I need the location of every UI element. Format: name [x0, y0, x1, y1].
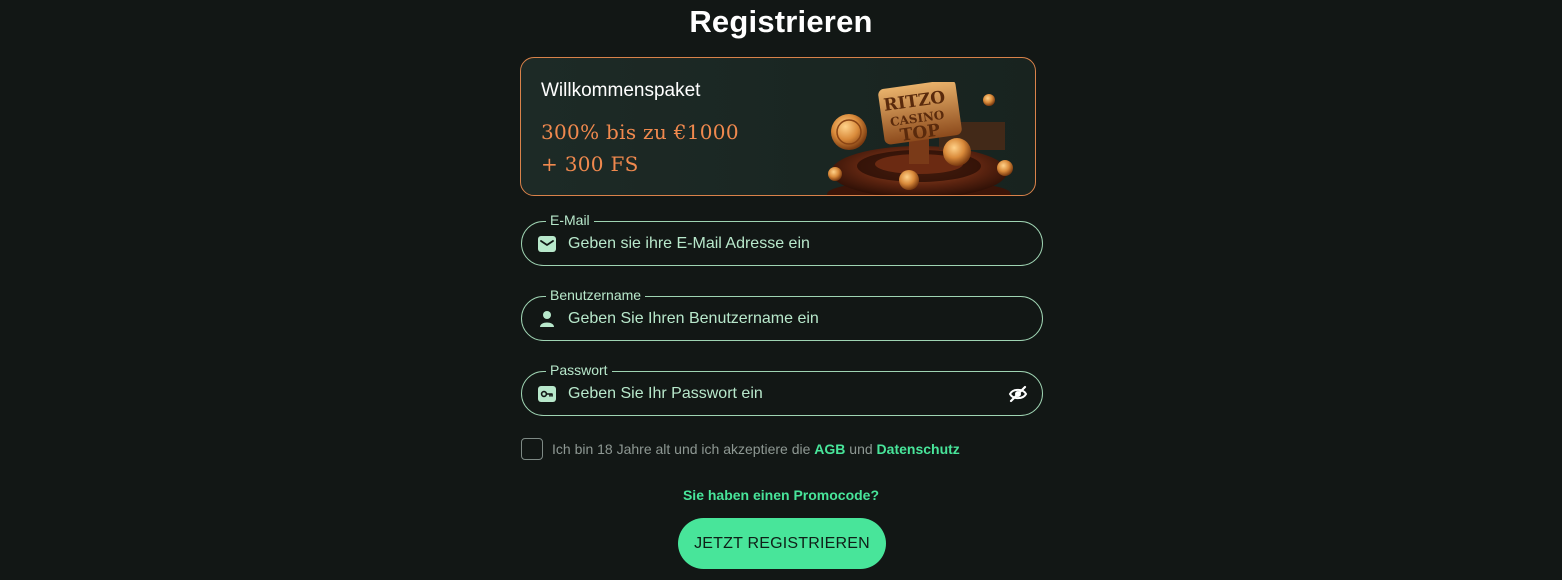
- user-icon: [540, 311, 554, 327]
- email-input[interactable]: [568, 222, 988, 265]
- page-title: Registrieren: [689, 4, 873, 39]
- password-input[interactable]: [568, 372, 988, 415]
- bonus-offer-line-2: + 300 FS: [541, 152, 639, 176]
- age-terms-checkbox[interactable]: [521, 438, 543, 460]
- key-icon: [538, 386, 556, 402]
- terms-text-before: Ich bin 18 Jahre alt und ich akzeptiere …: [552, 441, 815, 457]
- username-input[interactable]: [568, 297, 988, 340]
- agb-link[interactable]: AGB: [814, 441, 845, 457]
- username-field[interactable]: Benutzername: [521, 286, 1043, 341]
- registration-page: Registrieren Willkommenspaket 300% bis z…: [0, 0, 1562, 580]
- privacy-link[interactable]: Datenschutz: [877, 441, 960, 457]
- casino-logo-illustration: RITZO CASINO TOP: [827, 82, 1013, 195]
- welcome-bonus-card: Willkommenspaket 300% bis zu €1000 + 300…: [520, 57, 1036, 196]
- promo-code-link[interactable]: Sie haben einen Promocode?: [0, 487, 1562, 503]
- terms-row: Ich bin 18 Jahre alt und ich akzeptiere …: [521, 437, 960, 461]
- password-field[interactable]: Passwort: [521, 361, 1043, 416]
- envelope-icon: [538, 236, 556, 252]
- bonus-offer-line-1: 300% bis zu €1000: [541, 120, 739, 144]
- terms-text-middle: und: [845, 441, 877, 457]
- eye-slash-icon[interactable]: [1008, 384, 1028, 404]
- register-button[interactable]: JETZT REGISTRIEREN: [678, 518, 886, 569]
- bonus-offer: 300% bis zu €1000 + 300 FS: [541, 116, 739, 180]
- terms-text: Ich bin 18 Jahre alt und ich akzeptiere …: [552, 441, 960, 457]
- email-field[interactable]: E-Mail: [521, 211, 1043, 266]
- logo-text-top: TOP: [899, 120, 942, 145]
- bonus-heading: Willkommenspaket: [541, 80, 701, 101]
